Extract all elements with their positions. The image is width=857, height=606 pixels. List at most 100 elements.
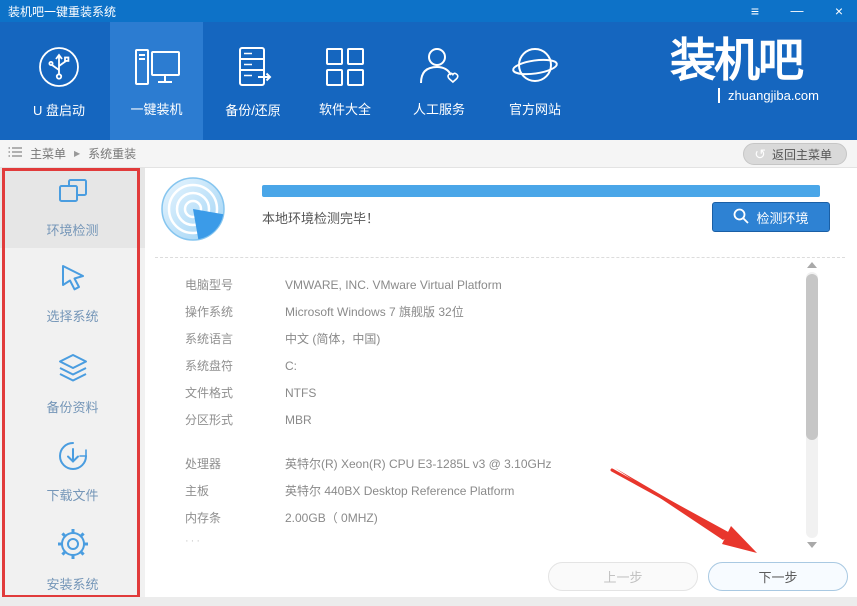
detection-status-text: 本地环境检测完毕！ bbox=[262, 211, 380, 226]
info-value: MBR bbox=[285, 412, 312, 427]
truncated-row-hint: ··· bbox=[185, 535, 202, 547]
vertical-scrollbar bbox=[805, 262, 819, 554]
sidebar-item-download-files[interactable]: 下载文件 bbox=[0, 432, 145, 512]
info-label: 主板 bbox=[185, 484, 210, 498]
gear-icon bbox=[56, 527, 90, 566]
breadcrumb-root[interactable]: 主菜单 bbox=[30, 145, 66, 162]
nav-item-usb-boot[interactable]: U 盘启动 bbox=[14, 22, 104, 140]
scroll-up-icon[interactable] bbox=[807, 262, 817, 268]
globe-icon bbox=[510, 45, 560, 89]
menu-icon[interactable]: ≡ bbox=[747, 0, 763, 22]
table-row: 系统盘符 C: bbox=[185, 352, 745, 379]
nav-label: 软件大全 bbox=[318, 101, 371, 117]
info-label: 处理器 bbox=[185, 457, 222, 471]
info-label: 电脑型号 bbox=[185, 278, 234, 292]
info-value: C: bbox=[285, 358, 297, 373]
previous-step-button[interactable]: 上一步 bbox=[548, 562, 698, 591]
table-row: 主板 英特尔 440BX Desktop Reference Platform bbox=[185, 477, 745, 504]
scrollbar-track[interactable] bbox=[806, 272, 818, 538]
table-row: 操作系统 Microsoft Windows 7 旗舰版 32位 bbox=[185, 298, 745, 325]
system-info-table: 电脑型号 VMWARE, INC. VMware Virtual Platfor… bbox=[185, 271, 745, 549]
search-icon bbox=[733, 208, 750, 227]
windows-overlap-icon bbox=[56, 177, 90, 212]
nav-item-software[interactable]: 软件大全 bbox=[299, 22, 391, 140]
nav-label: U 盘启动 bbox=[32, 102, 85, 118]
scrollbar-thumb[interactable] bbox=[806, 274, 818, 440]
header-nav: U 盘启动 一键装机 备份/还原 软件大全 人工服务 官方网站 装机吧 zhua… bbox=[0, 22, 857, 140]
minimize-icon[interactable]: — bbox=[789, 0, 805, 22]
info-label: 操作系统 bbox=[185, 305, 234, 319]
breadcrumb-current: 系统重装 bbox=[88, 147, 137, 161]
sidebar-steps: 环境检测 选择系统 备份资料 下载文件 安装系统 bbox=[0, 168, 145, 600]
back-to-main-menu-button[interactable]: ↺ 返回主菜单 bbox=[743, 143, 847, 165]
info-value: NTFS bbox=[285, 385, 317, 400]
main-content: 本地环境检测完毕！ 检测环境 电脑型号 VMWARE, INC. VMware … bbox=[145, 168, 857, 597]
info-label: 系统语言 bbox=[185, 332, 234, 346]
sidebar-item-select-system[interactable]: 选择系统 bbox=[0, 254, 145, 334]
window-title: 装机吧一键重装系统 bbox=[8, 4, 117, 19]
breadcrumb-bar: 主菜单 ▶ 系统重装 ↺ 返回主菜单 bbox=[0, 140, 857, 168]
layers-icon bbox=[56, 352, 90, 389]
nav-item-support[interactable]: 人工服务 bbox=[393, 22, 485, 140]
detection-progress-fill bbox=[262, 185, 820, 197]
table-row: 处理器 英特尔(R) Xeon(R) CPU E3-1285L v3 @ 3.1… bbox=[185, 450, 745, 477]
brand-logo-text: 装机吧 bbox=[670, 34, 804, 86]
nav-item-backup-restore[interactable]: 备份/还原 bbox=[207, 22, 299, 140]
sidebar-item-label: 下载文件 bbox=[46, 488, 99, 503]
next-step-button[interactable]: 下一步 bbox=[708, 562, 848, 591]
window-controls: ≡ — × bbox=[747, 0, 847, 22]
nav-label: 官方网站 bbox=[508, 101, 561, 117]
nav-item-onekey-install[interactable]: 一键装机 bbox=[110, 22, 203, 140]
nav-label: 人工服务 bbox=[412, 101, 465, 117]
nav-label: 一键装机 bbox=[130, 101, 183, 117]
sidebar-item-env-check[interactable]: 环境检测 bbox=[0, 168, 145, 248]
nav-item-official-site[interactable]: 官方网站 bbox=[487, 22, 583, 140]
window-bottom-edge bbox=[0, 597, 857, 606]
server-icon bbox=[230, 44, 276, 90]
detect-environment-button[interactable]: 检测环境 bbox=[712, 202, 830, 232]
usb-icon bbox=[36, 44, 82, 90]
back-button-label: 返回主菜单 bbox=[771, 147, 832, 162]
breadcrumb-separator-icon: ▶ bbox=[74, 149, 81, 158]
app-window: 装机吧一键重装系统 ≡ — × U 盘启动 一键装机 备份/还原 软件大全 人工… bbox=[0, 0, 857, 606]
table-row: 内存条 2.00GB（ 0MHZ) bbox=[185, 504, 745, 531]
sidebar-item-label: 选择系统 bbox=[46, 309, 99, 324]
nav-label: 备份/还原 bbox=[225, 102, 281, 118]
undo-arrow-icon: ↺ bbox=[754, 146, 766, 162]
scroll-down-icon[interactable] bbox=[807, 542, 817, 548]
cursor-icon bbox=[58, 263, 88, 298]
info-label: 内存条 bbox=[185, 511, 222, 525]
brand-logo-url: zhuangjiba.com bbox=[717, 88, 831, 103]
sidebar-item-label: 环境检测 bbox=[46, 223, 99, 238]
breadcrumb: 主菜单 ▶ 系统重装 bbox=[8, 145, 136, 162]
download-icon bbox=[57, 440, 89, 477]
sidebar-item-label: 安装系统 bbox=[46, 577, 99, 592]
titlebar: 装机吧一键重装系统 ≡ — × bbox=[0, 0, 857, 22]
info-label: 系统盘符 bbox=[185, 359, 234, 373]
detect-button-label: 检测环境 bbox=[756, 210, 809, 226]
list-icon bbox=[8, 146, 22, 161]
info-value: 英特尔 440BX Desktop Reference Platform bbox=[285, 484, 515, 498]
table-row: 电脑型号 VMWARE, INC. VMware Virtual Platfor… bbox=[185, 271, 745, 298]
table-row: 系统语言 中文 (简体，中国) bbox=[185, 325, 745, 352]
radar-scan-icon bbox=[160, 176, 226, 247]
brand-logo: 装机吧 zhuangjiba.com bbox=[641, 34, 831, 105]
table-row: 文件格式 NTFS bbox=[185, 379, 745, 406]
sidebar-item-backup-data[interactable]: 备份资料 bbox=[0, 344, 145, 424]
sidebar-item-label: 备份资料 bbox=[46, 400, 99, 415]
sidebar-item-install-system[interactable]: 安装系统 bbox=[0, 520, 145, 600]
table-row: 分区形式 MBR bbox=[185, 406, 745, 433]
computer-icon bbox=[132, 45, 182, 89]
person-icon bbox=[415, 45, 463, 89]
info-label: 分区形式 bbox=[185, 413, 234, 427]
info-value: 2.00GB（ 0MHZ) bbox=[285, 511, 378, 525]
info-value: VMWARE, INC. VMware Virtual Platform bbox=[285, 277, 502, 292]
info-value: 中文 (简体，中国) bbox=[285, 332, 381, 346]
info-label: 文件格式 bbox=[185, 386, 234, 400]
info-value: 英特尔(R) Xeon(R) CPU E3-1285L v3 @ 3.10GHz bbox=[285, 457, 552, 471]
detection-progress-bar bbox=[262, 185, 820, 197]
dashed-divider bbox=[155, 257, 845, 258]
grid-icon bbox=[323, 45, 367, 89]
info-value: Microsoft Windows 7 旗舰版 32位 bbox=[285, 305, 464, 319]
close-icon[interactable]: × bbox=[831, 0, 847, 22]
